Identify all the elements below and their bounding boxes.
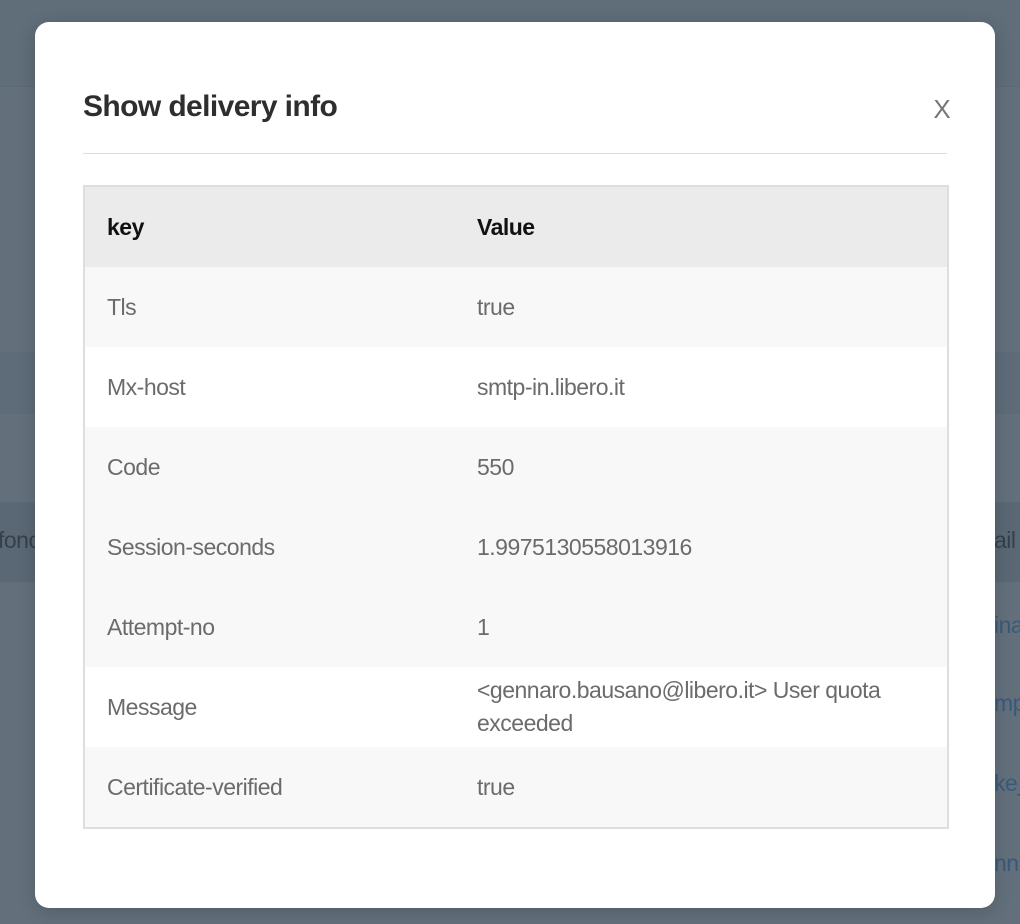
row-key: Mx-host (85, 347, 455, 427)
table-row: Certificate-verified true (85, 747, 947, 827)
row-value: true (455, 267, 947, 347)
delivery-info-modal: Show delivery info X key Value Tls true … (35, 22, 995, 908)
table-header-row: key Value (85, 187, 947, 267)
row-key: Session-seconds (85, 507, 455, 587)
column-header-key: key (85, 187, 455, 267)
modal-title: Show delivery info (83, 90, 338, 123)
row-value: smtp-in.libero.it (455, 347, 947, 427)
row-key: Code (85, 427, 455, 507)
row-key: Message (85, 667, 455, 747)
delivery-info-table: key Value Tls true Mx-host smtp-in.liber… (83, 185, 949, 829)
table-row: Session-seconds 1.9975130558013916 (85, 507, 947, 587)
table-row: Tls true (85, 267, 947, 347)
header-divider (83, 153, 947, 154)
column-header-value: Value (455, 187, 947, 267)
table-row: Code 550 (85, 427, 947, 507)
row-value: 1.9975130558013916 (455, 507, 947, 587)
row-value: 550 (455, 427, 947, 507)
row-value: <gennaro.bausano@libero.it> User quota e… (455, 667, 947, 747)
table-row: Message <gennaro.bausano@libero.it> User… (85, 667, 947, 747)
close-button[interactable]: X (929, 92, 955, 126)
row-key: Certificate-verified (85, 747, 455, 827)
row-key: Attempt-no (85, 587, 455, 667)
row-key: Tls (85, 267, 455, 347)
row-value: true (455, 747, 947, 827)
row-value: 1 (455, 587, 947, 667)
table-row: Attempt-no 1 (85, 587, 947, 667)
table-row: Mx-host smtp-in.libero.it (85, 347, 947, 427)
